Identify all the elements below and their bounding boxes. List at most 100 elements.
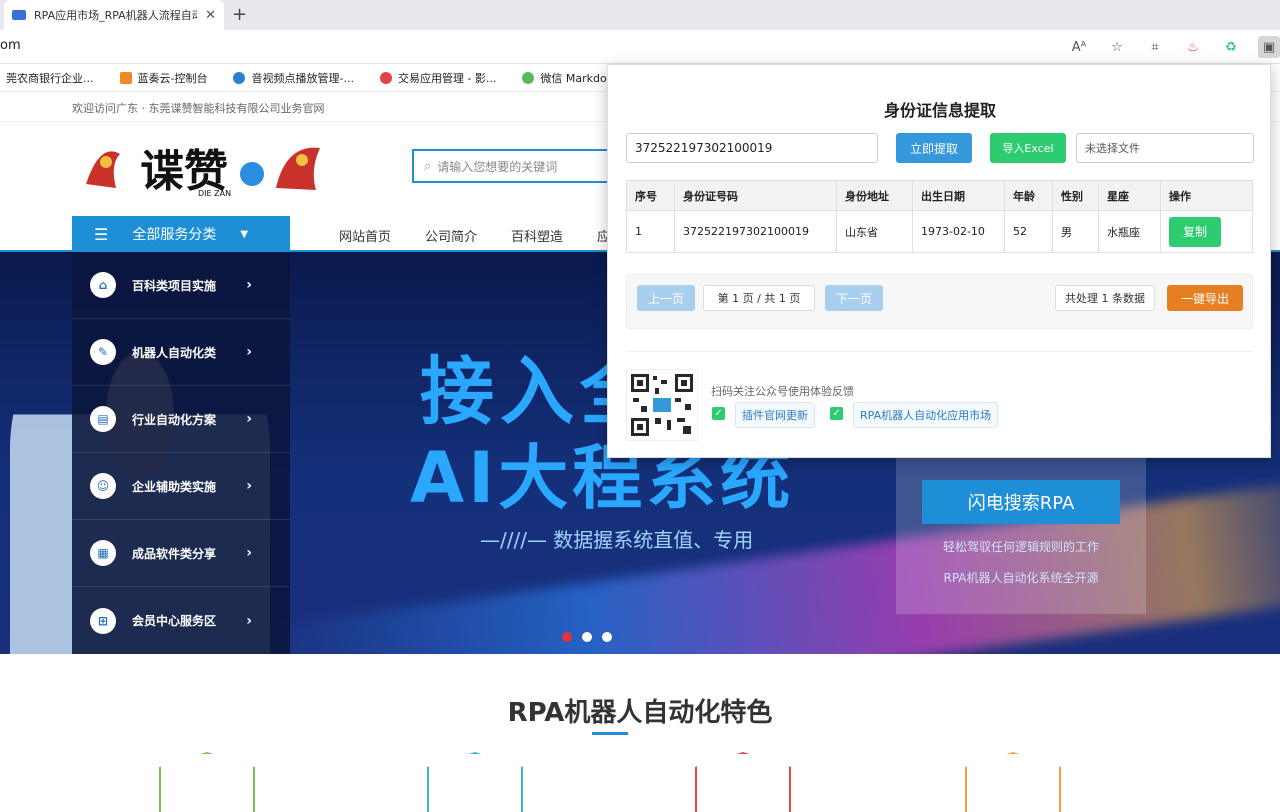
extract-now-button[interactable]: 立即提取 — [896, 133, 972, 163]
nav-item-baike[interactable]: 百科塑造 — [511, 226, 563, 245]
green-extension-icon[interactable]: ♻ — [1220, 36, 1242, 58]
all-categories-label: 全部服务分类 — [132, 227, 217, 243]
divider — [626, 351, 1253, 352]
chevron-right-icon: › — [246, 277, 252, 293]
chevron-right-icon: › — [246, 411, 252, 427]
carousel-dot[interactable] — [562, 632, 572, 642]
carousel-dot[interactable] — [602, 632, 612, 642]
address-bar-icons: Aᴬ ☆ ⌗ ♨ ♻ ▣ — [1068, 36, 1280, 58]
cell-address: 山东省 — [836, 210, 913, 253]
welcome-text: 欢迎访问广东 · 东莞谍赞智能科技有限公司业务官网 — [72, 102, 325, 115]
bookmark-label: 交易应用管理 - 影... — [397, 71, 497, 85]
read-aloud-icon[interactable]: Aᴬ — [1068, 36, 1090, 58]
qr-code-icon — [626, 369, 698, 441]
bookmark-label: 蓝奏云-控制台 — [137, 71, 208, 85]
bookmark-item[interactable]: 音视频点播放管理-... — [233, 70, 354, 86]
site-favicon-icon — [12, 10, 26, 20]
copy-button[interactable]: 复制 — [1169, 216, 1221, 247]
rpa-market-link[interactable]: RPA机器人自动化应用市场 — [853, 402, 999, 428]
checkbox-rpa-market[interactable]: ✓ — [830, 407, 843, 420]
logo-graphic: 谍赞 DIE ZAN — [86, 146, 320, 198]
cell-action: 复制 — [1160, 210, 1253, 253]
caret-down-icon: ▼ — [240, 228, 249, 240]
side-menu-label: 会员中心服务区 — [132, 614, 217, 628]
bookmark-item[interactable]: 莞农商银行企业... — [0, 70, 94, 86]
bookmark-item[interactable]: 交易应用管理 - 影... — [379, 70, 497, 86]
carousel-dots — [562, 632, 612, 642]
cell-age: 52 — [1004, 210, 1053, 253]
nav-item-home[interactable]: 网站首页 — [339, 226, 391, 245]
col-header: 身份地址 — [836, 180, 913, 211]
all-categories-button[interactable]: ☰ 全部服务分类 ▼ — [72, 216, 290, 252]
feature-hexagon-icon — [965, 752, 1061, 812]
chevron-right-icon: › — [246, 344, 252, 360]
processed-count: 共处理 1 条数据 — [1055, 285, 1155, 311]
user-icon: ☺ — [90, 473, 116, 499]
site-search-input[interactable]: ⌕ 请输入您想要的关键词 — [412, 149, 612, 183]
side-menu-item[interactable]: ⌂ 百科类项目实施 › — [72, 252, 290, 319]
side-menu-label: 行业自动化方案 — [132, 412, 217, 427]
browser-tab-bar: RPA应用市场_RPA机器人流程自动化 ✕ + — [0, 0, 1280, 30]
one-click-export-button[interactable]: 一键导出 — [1167, 285, 1243, 311]
table-row: 1 372522197302100019 山东省 1973-02-10 52 男… — [626, 210, 1253, 253]
new-tab-button[interactable]: + — [232, 4, 247, 25]
side-menu-item[interactable]: ▦ 成品软件类分享 › — [72, 520, 290, 587]
document-icon: ▤ — [90, 406, 116, 432]
side-menu-label: 百科类项目实施 — [132, 278, 217, 293]
prev-page-button[interactable]: 上一页 — [637, 285, 695, 311]
favorite-star-icon[interactable]: ☆ — [1106, 36, 1128, 58]
id-extractor-popup: 身份证信息提取 372522197302100019 立即提取 导入Excel … — [607, 64, 1271, 458]
bookmark-label: 音视频点播放管理-... — [251, 71, 354, 85]
carousel-dot[interactable] — [582, 632, 592, 642]
side-menu-item[interactable]: ☺ 企业辅助类实施 › — [72, 453, 290, 520]
feature-hexagon-icon — [695, 752, 791, 812]
lightning-search-rpa-button[interactable]: 闪电搜索RPA — [922, 480, 1120, 524]
id-number-input[interactable]: 372522197302100019 — [626, 133, 878, 163]
nav-item-about[interactable]: 公司简介 — [425, 226, 477, 245]
col-header: 出生日期 — [912, 180, 1005, 211]
side-menu-item[interactable]: ⊞ 会员中心服务区 › — [72, 587, 290, 654]
cell-birth-date: 1973-02-10 — [912, 210, 1005, 253]
plugin-website-link[interactable]: 插件官网更新 — [735, 402, 815, 428]
bookmark-item[interactable]: 蓝奏云-控制台 — [119, 70, 208, 86]
logo-subtext: DIE ZAN — [198, 189, 231, 198]
result-table: 序号 身份证号码 身份地址 出生日期 年龄 性别 星座 操作 1 3725221… — [626, 180, 1253, 253]
side-menu-label: 成品软件类分享 — [132, 546, 217, 561]
search-placeholder: 请输入您想要的关键词 — [437, 159, 558, 174]
title-underline — [592, 732, 628, 735]
col-header: 年龄 — [1004, 180, 1053, 211]
close-tab-icon[interactable]: ✕ — [205, 8, 216, 23]
cta-line-2: RPA机器人自动化系统全开源 — [943, 571, 1099, 585]
chevron-right-icon: › — [246, 545, 252, 561]
next-page-button[interactable]: 下一页 — [825, 285, 883, 311]
building-icon: ⌂ — [90, 272, 116, 298]
cta-line-1: 轻松驾驭任何逻辑规则的工作 — [942, 540, 1099, 554]
side-menu-label: 机器人自动化类 — [132, 345, 217, 360]
import-excel-button[interactable]: 导入Excel — [990, 133, 1066, 163]
side-menu-item[interactable]: ✎ 机器人自动化类 › — [72, 319, 290, 386]
browser-tab[interactable]: RPA应用市场_RPA机器人流程自动化 ✕ — [4, 0, 224, 30]
bookmark-icon — [119, 71, 132, 84]
red-extension-icon[interactable]: ♨ — [1182, 36, 1204, 58]
col-header: 星座 — [1098, 180, 1161, 211]
cell-gender: 男 — [1052, 210, 1099, 253]
col-header: 身份证号码 — [674, 180, 837, 211]
table-header-row: 序号 身份证号码 身份地址 出生日期 年龄 性别 星座 操作 — [626, 180, 1253, 211]
screenshot-extension-icon[interactable]: ⌗ — [1144, 36, 1166, 58]
id-extractor-extension-icon[interactable]: ▣ — [1258, 36, 1280, 58]
banner-cta-card: 闪电搜索RPA 轻松驾驭任何逻辑规则的工作 RPA机器人自动化系统全开源 — [896, 452, 1146, 614]
chevron-right-icon: › — [246, 612, 252, 629]
bookmark-icon — [379, 71, 392, 84]
page-info: 第 1 页 / 共 1 页 — [703, 285, 815, 311]
site-logo[interactable]: 谍赞 DIE ZAN — [80, 134, 330, 200]
side-menu-item[interactable]: ▤ 行业自动化方案 › — [72, 386, 290, 453]
banner-subline: —////— 数据握系统直值、专用 — [480, 528, 754, 552]
file-chooser[interactable]: 未选择文件 — [1076, 133, 1254, 163]
bookmark-label: 莞农商银行企业... — [6, 71, 94, 85]
qr-graphic — [627, 370, 697, 440]
popup-title: 身份证信息提取 — [883, 101, 996, 120]
url-field[interactable]: om — [0, 38, 21, 53]
col-header: 操作 — [1160, 180, 1253, 211]
checkbox-plugin-update[interactable]: ✓ — [712, 407, 725, 420]
search-icon: ⌕ — [424, 158, 432, 174]
